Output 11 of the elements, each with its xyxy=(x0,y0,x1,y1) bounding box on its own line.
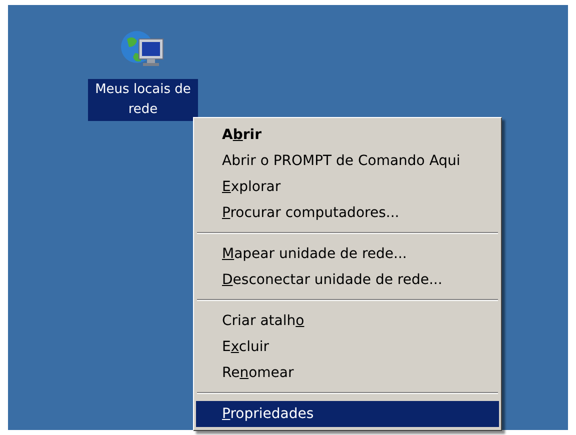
menu-item[interactable]: Propriedades xyxy=(196,401,499,427)
menu-item[interactable]: Excluir xyxy=(196,334,499,360)
menu-item[interactable]: Desconectar unidade de rede... xyxy=(196,267,499,293)
icon-label[interactable]: Meus locais de rede xyxy=(88,79,198,121)
menu-item[interactable]: Criar atalho xyxy=(196,308,499,334)
menu-item[interactable]: Procurar computadores... xyxy=(196,200,499,226)
menu-item[interactable]: Abrir o PROMPT de Comando Aqui xyxy=(196,148,499,174)
menu-item[interactable]: Explorar xyxy=(196,174,499,200)
menu-item[interactable]: Renomear xyxy=(196,360,499,386)
menu-item[interactable]: Abrir xyxy=(196,122,499,148)
menu-item[interactable]: Mapear unidade de rede... xyxy=(196,241,499,267)
